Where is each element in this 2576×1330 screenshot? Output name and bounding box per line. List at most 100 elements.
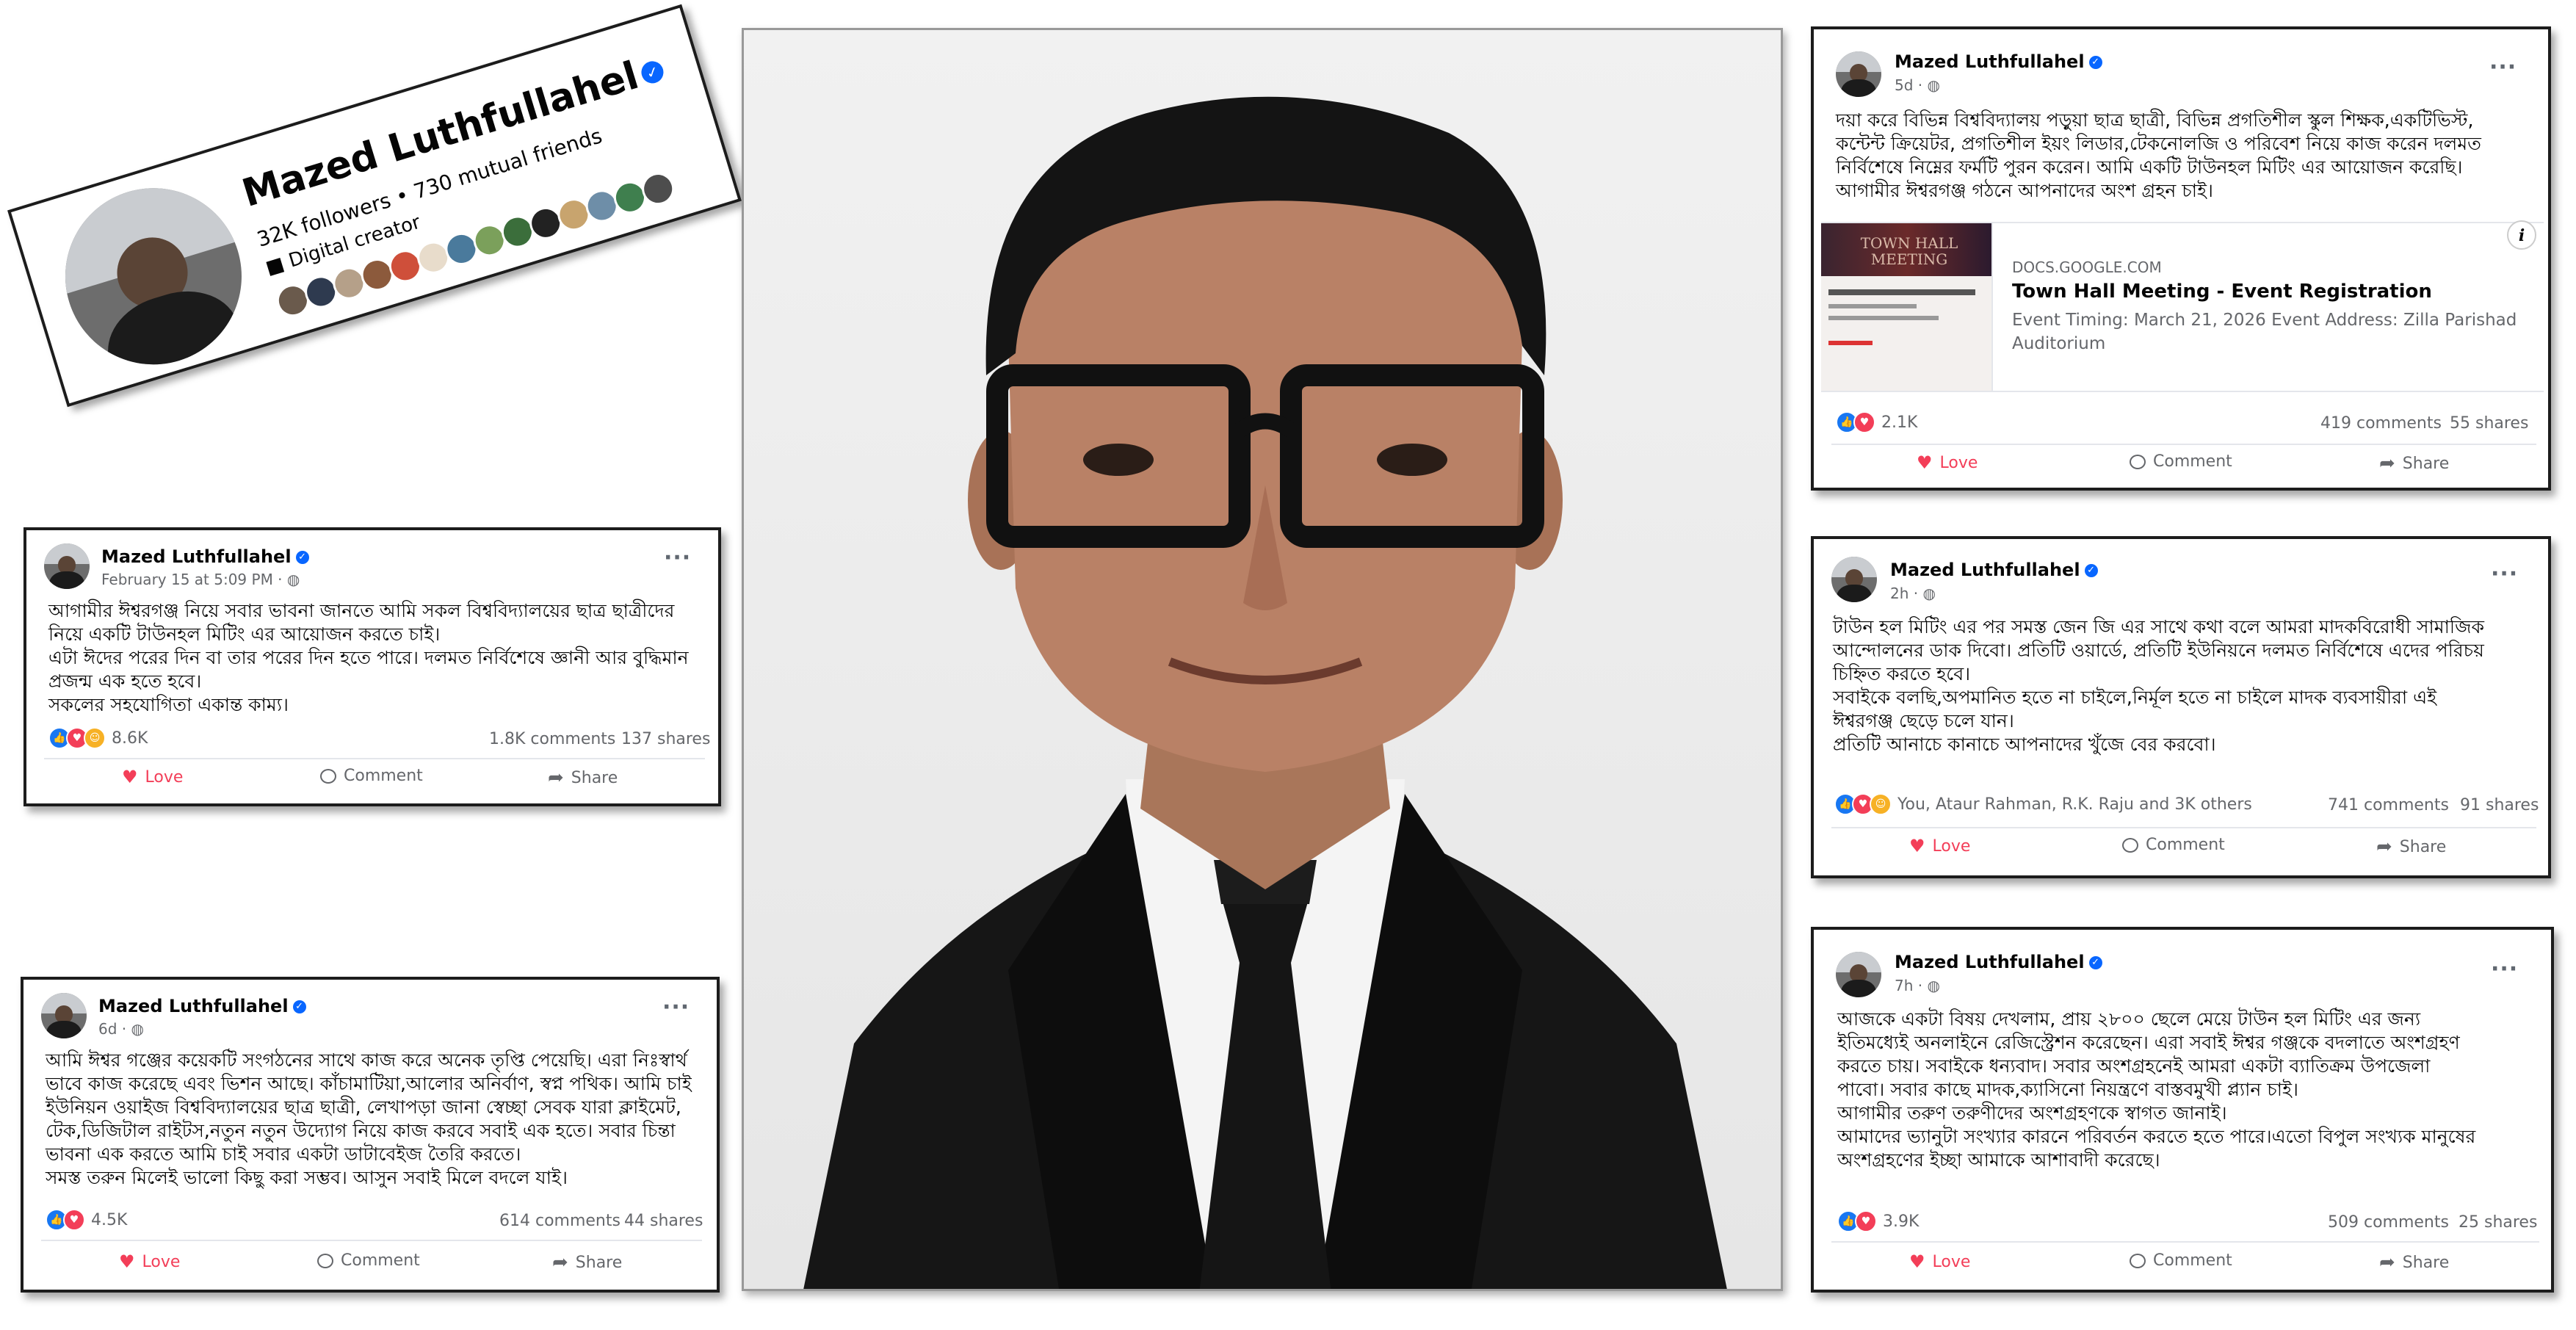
comment-button[interactable]: Comment — [2130, 452, 2232, 471]
post-card: Mazed Luthfullahel ✓ February 15 at 5:09 … — [23, 527, 721, 806]
heart-icon: ♥ — [119, 1251, 135, 1272]
post-text: আজকে একটা বিষয় দেখলাম, প্রায় ২৮০০ ছেলে… — [1837, 1008, 2476, 1171]
reaction-summary[interactable]: 👍 ♥ ☺ You, Ataur Rahman, R.K. Raju and 3K … — [1834, 793, 2252, 815]
post-time[interactable]: 7h · ◍ — [1895, 977, 1940, 994]
link-preview[interactable]: TOWN HALL MEETING DOCS.GOOGLE.COM Town H… — [1821, 220, 2544, 392]
share-icon: ➦ — [2379, 452, 2395, 474]
divider — [41, 1240, 702, 1241]
comment-count[interactable]: 419 comments — [2320, 414, 2442, 433]
reaction-summary[interactable]: 👍 ♥ 3.9K — [1837, 1210, 1919, 1232]
share-button[interactable]: ➦ Share — [2379, 452, 2449, 474]
author-avatar[interactable] — [1831, 557, 1877, 602]
post-author[interactable]: Mazed Luthfullahel ✓ — [1890, 560, 2098, 580]
love-button[interactable]: ♥ Love — [119, 1251, 180, 1272]
share-button[interactable]: ➦ Share — [2379, 1251, 2449, 1273]
divider — [1831, 827, 2536, 828]
more-options-icon[interactable]: ··· — [2489, 54, 2517, 80]
author-avatar[interactable] — [41, 993, 87, 1038]
verified-badge-icon: ✓ — [638, 58, 667, 87]
love-button[interactable]: ♥ Love — [1917, 452, 1978, 473]
verified-badge-icon: ✓ — [2088, 956, 2102, 969]
more-options-icon[interactable]: ··· — [662, 994, 690, 1020]
profile-avatar[interactable] — [43, 166, 264, 387]
reaction-summary[interactable]: 👍 ♥ 2.1K — [1836, 411, 1917, 433]
post-card: Mazed Luthfullahel ✓ 7h · ◍ ··· আজকে একটা… — [1811, 927, 2554, 1293]
post-time[interactable]: 6d · ◍ — [98, 1020, 144, 1038]
comment-button[interactable]: Comment — [2130, 1251, 2232, 1270]
share-button[interactable]: ➦ Share — [548, 767, 618, 789]
share-count[interactable]: 137 shares — [621, 730, 710, 748]
post-card: Mazed Luthfullahel ✓ 2h · ◍ ··· টাউন হল ম… — [1811, 536, 2551, 878]
globe-icon: ◍ — [131, 1020, 144, 1038]
link-domain: DOCS.GOOGLE.COM — [2012, 259, 2162, 276]
share-icon: ➦ — [2379, 1251, 2395, 1273]
post-text: দয়া করে বিভিন্ন বিশ্ববিদ্যালয় পড়ুয়া … — [1836, 109, 2481, 201]
comment-icon — [2130, 454, 2146, 469]
post-author[interactable]: Mazed Luthfullahel ✓ — [101, 546, 309, 567]
globe-icon: ◍ — [1927, 977, 1940, 994]
globe-icon: ◍ — [1922, 585, 1936, 602]
love-button[interactable]: ♥ Love — [1909, 836, 1970, 856]
verified-badge-icon: ✓ — [2084, 564, 2098, 577]
comment-button[interactable]: Comment — [2122, 836, 2225, 854]
care-reaction-icon: ☺ — [84, 727, 106, 749]
post-author[interactable]: Mazed Luthfullahel ✓ — [98, 996, 306, 1016]
portrait-photo — [742, 28, 1783, 1291]
divider — [1831, 444, 2536, 445]
comment-icon — [317, 1253, 333, 1268]
comment-count[interactable]: 741 comments — [2328, 796, 2449, 814]
post-text: আমি ঈশ্বর গঞ্জের কয়েকটি সংগঠনের সাথে কা… — [46, 1049, 692, 1188]
comment-button[interactable]: Comment — [320, 767, 423, 785]
verified-badge-icon: ✓ — [295, 551, 309, 564]
share-icon: ➦ — [548, 767, 564, 789]
link-description: Event Timing: March 21, 2026 Event Addre… — [2012, 311, 2517, 353]
globe-icon: ◍ — [1927, 76, 1940, 94]
heart-icon: ♥ — [122, 767, 138, 787]
comment-icon — [320, 768, 336, 784]
post-time[interactable]: February 15 at 5:09 PM · ◍ — [101, 571, 300, 588]
link-title[interactable]: Town Hall Meeting - Event Registration — [2012, 281, 2432, 303]
link-thumbnail: TOWN HALL MEETING — [1821, 223, 1993, 391]
reaction-count: You, Ataur Rahman, R.K. Raju and 3K othe… — [1897, 795, 2252, 814]
verified-badge-icon: ✓ — [292, 1000, 306, 1013]
comment-count[interactable]: 509 comments — [2328, 1213, 2449, 1232]
reaction-count: 3.9K — [1883, 1212, 1920, 1231]
share-button[interactable]: ➦ Share — [2376, 836, 2446, 858]
author-avatar[interactable] — [44, 543, 90, 589]
love-reaction-icon: ♥ — [1853, 411, 1875, 433]
post-author[interactable]: Mazed Luthfullahel ✓ — [1895, 952, 2102, 972]
love-reaction-icon: ♥ — [1855, 1210, 1877, 1232]
more-options-icon[interactable]: ··· — [664, 545, 691, 571]
post-card: Mazed Luthfullahel ✓ 5d · ◍ ··· দয়া করে … — [1811, 26, 2551, 491]
more-options-icon[interactable]: ··· — [2491, 561, 2518, 587]
post-time[interactable]: 2h · ◍ — [1890, 585, 1936, 602]
post-text: টাউন হল মিটিং এর পর সমস্ত জেন জি এর সাথে… — [1833, 616, 2484, 755]
share-count[interactable]: 55 shares — [2450, 414, 2528, 433]
share-button[interactable]: ➦ Share — [552, 1251, 622, 1273]
comment-count[interactable]: 614 comments — [499, 1212, 621, 1230]
comment-count[interactable]: 1.8K comments — [489, 730, 615, 748]
info-icon[interactable]: i — [2507, 220, 2536, 250]
post-author[interactable]: Mazed Luthfullahel ✓ — [1895, 51, 2102, 72]
verified-badge-icon: ✓ — [2088, 56, 2102, 69]
heart-icon: ♥ — [1917, 452, 1933, 473]
reaction-count: 2.1K — [1881, 413, 1918, 432]
love-reaction-icon: ♥ — [63, 1209, 85, 1231]
more-options-icon[interactable]: ··· — [2491, 956, 2518, 982]
comment-button[interactable]: Comment — [317, 1251, 420, 1270]
share-count[interactable]: 44 shares — [624, 1212, 703, 1230]
comment-icon — [2130, 1253, 2146, 1268]
author-avatar[interactable] — [1836, 952, 1881, 997]
share-count[interactable]: 91 shares — [2460, 796, 2539, 814]
love-button[interactable]: ♥ Love — [122, 767, 183, 787]
love-button[interactable]: ♥ Love — [1909, 1251, 1970, 1272]
heart-icon: ♥ — [1909, 836, 1925, 856]
share-count[interactable]: 25 shares — [2459, 1213, 2537, 1232]
reaction-summary[interactable]: 👍 ♥ ☺ 8.6K — [48, 727, 148, 749]
author-avatar[interactable] — [1836, 51, 1881, 97]
profile-card: Mazed Luthfullahel✓ 32K followers • 730 … — [7, 4, 742, 408]
reaction-summary[interactable]: 👍 ♥ 4.5K — [46, 1209, 127, 1231]
share-icon: ➦ — [2376, 836, 2392, 858]
post-time[interactable]: 5d · ◍ — [1895, 76, 1940, 94]
post-card: Mazed Luthfullahel ✓ 6d · ◍ ··· আমি ঈশ্বর… — [21, 977, 720, 1293]
